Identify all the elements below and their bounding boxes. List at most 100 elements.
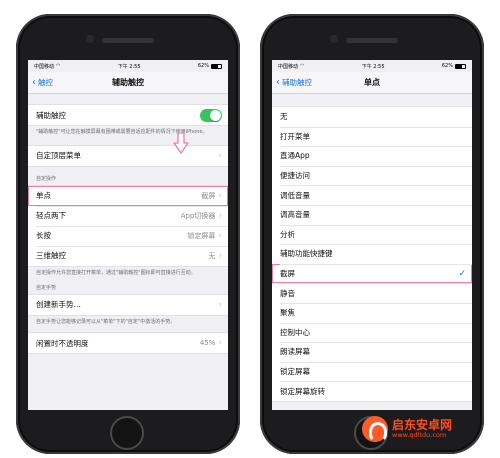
chevron-left-icon: ‹	[276, 76, 280, 88]
option-row[interactable]: 静音	[272, 283, 472, 303]
assistive-touch-label: 辅助触控	[36, 110, 66, 120]
option-row[interactable]: 打开菜单	[272, 126, 472, 147]
create-gesture-row[interactable]: 创建新手势… ›	[28, 295, 228, 315]
option-row[interactable]: 聚焦	[272, 302, 472, 323]
assistive-touch-row: 辅助触控	[28, 105, 228, 125]
idle-opacity-value: 45%	[199, 339, 216, 348]
assistive-touch-toggle[interactable]	[200, 108, 222, 122]
back-button[interactable]: ‹ 触控	[32, 77, 53, 88]
single-tap-screen: 中国移动 ◠ 下午 2:55 62% ‹ 辅助触控 单点 无打开菜单直通App 便捷访…	[272, 60, 472, 410]
chevron-right-icon: ›	[218, 150, 222, 161]
action-value: App切换器	[180, 211, 216, 220]
checkmark-icon: ✓	[458, 268, 466, 279]
custom-actions-header: 自定操作	[36, 175, 57, 182]
nav-bar: ‹ 触控 辅助触控	[28, 72, 228, 94]
action-row-3d-touch[interactable]: 三维触控 无 ›	[28, 245, 228, 266]
action-value: 无	[208, 251, 216, 260]
chevron-right-icon: ›	[218, 210, 222, 221]
action-value: 锁定屏幕	[187, 231, 216, 240]
option-label: 打开菜单	[280, 131, 310, 141]
front-camera	[330, 35, 338, 43]
carrier-label: 中国移动	[278, 63, 299, 70]
option-label: 锁定屏幕旋转	[280, 386, 325, 396]
option-label: 无	[280, 112, 288, 122]
wifi-icon: ◠	[300, 63, 305, 69]
option-label: 直通App	[280, 151, 310, 161]
arrow-down-icon	[173, 132, 189, 154]
chevron-right-icon: ›	[218, 230, 222, 241]
option-row[interactable]: 调低音量	[272, 185, 472, 205]
custom-actions-group: 单点 截屏 › 轻点两下 App切换器 › 长按 锁定屏幕 › 三维触控 无 ›	[28, 184, 228, 267]
option-label: 截屏	[280, 269, 295, 279]
option-row[interactable]: 直通App	[272, 146, 472, 166]
action-row-double-tap[interactable]: 轻点两下 App切换器 ›	[28, 205, 228, 226]
back-label: 辅助触控	[282, 78, 312, 87]
option-label: 辅助功能快捷键	[280, 249, 333, 259]
back-button[interactable]: ‹ 辅助触控	[276, 77, 312, 88]
earpiece-speaker	[102, 38, 154, 43]
option-row[interactable]: 朗读屏幕	[272, 342, 472, 362]
front-camera	[86, 35, 94, 43]
custom-top-menu-row[interactable]: 自定顶层菜单 ›	[28, 146, 228, 166]
status-time: 下午 2:55	[361, 63, 385, 70]
option-label: 锁定屏幕	[280, 367, 310, 377]
option-row[interactable]: 便捷访问	[272, 165, 472, 186]
custom-gestures-note: 自定手势让您能够记录可以从"菜单"下的"自定"中激活的手势。	[36, 318, 176, 325]
chevron-left-icon: ‹	[32, 76, 36, 88]
custom-gestures-header: 自定手势	[36, 284, 57, 291]
battery-percent: 62%	[441, 63, 453, 69]
chevron-right-icon: ›	[218, 299, 222, 310]
status-time: 下午 2:55	[117, 63, 141, 70]
chevron-right-icon: ›	[218, 250, 222, 261]
option-label: 调低音量	[280, 190, 310, 200]
action-row-single-tap[interactable]: 单点 截屏 ›	[28, 185, 228, 206]
idle-opacity-row[interactable]: 闲置时不透明度 45% ›	[28, 333, 228, 353]
custom-actions-note: 自定操作允许您直接打开菜单，通过"辅助触控"图标即可直接进行互动。	[36, 269, 196, 276]
action-label: 轻点两下	[36, 211, 66, 221]
option-row[interactable]: 无	[272, 107, 472, 127]
status-bar: 中国移动 ◠ 下午 2:55 62%	[28, 60, 228, 72]
action-label: 单点	[36, 191, 51, 201]
option-label: 朗读屏幕	[280, 347, 310, 357]
nav-bar: ‹ 辅助触控 单点	[272, 72, 472, 94]
option-label: 分析	[280, 229, 295, 239]
toggle-knob	[210, 109, 221, 121]
option-row[interactable]: 截屏 ✓	[272, 263, 472, 284]
option-row[interactable]: 锁定屏幕旋转	[272, 381, 472, 401]
assistive-touch-group: 辅助触控	[28, 104, 228, 126]
option-label: 调高音量	[280, 210, 310, 220]
page-title: 辅助触控	[112, 78, 144, 87]
create-gesture-label: 创建新手势…	[36, 300, 81, 309]
action-row-long-press[interactable]: 长按 锁定屏幕 ›	[28, 225, 228, 246]
battery-icon	[455, 63, 466, 69]
carrier-label: 中国移动	[34, 63, 55, 70]
option-row[interactable]: 调高音量	[272, 204, 472, 225]
watermark-logo	[362, 416, 388, 442]
home-button[interactable]	[110, 416, 144, 450]
idle-opacity-label: 闲置时不透明度	[36, 338, 89, 348]
idle-opacity-group: 闲置时不透明度 45% ›	[28, 332, 228, 355]
option-row[interactable]: 锁定屏幕	[272, 361, 472, 382]
option-label: 便捷访问	[280, 171, 310, 181]
assistive-touch-note: "辅助触控"可让您在触摸屏幕有困难或需要自适应配件的情况下使用iPhone。	[36, 129, 208, 135]
option-label: 控制中心	[280, 327, 310, 337]
single-tap-options: 无打开菜单直通App 便捷访问调低音量调高音量分析辅助功能快捷键 截屏 ✓ 静音聚焦控制…	[272, 106, 472, 402]
custom-gestures-group: 创建新手势… ›	[28, 293, 228, 316]
earpiece-speaker	[346, 38, 398, 43]
option-label: 静音	[280, 288, 295, 298]
action-label: 长按	[36, 231, 51, 241]
status-bar: 中国移动 ◠ 下午 2:55 62%	[272, 60, 472, 72]
option-row[interactable]: 辅助功能快捷键	[272, 244, 472, 264]
battery-percent: 62%	[197, 63, 209, 69]
wifi-icon: ◠	[56, 63, 61, 69]
chevron-right-icon: ›	[218, 190, 222, 201]
chevron-right-icon: ›	[218, 338, 222, 349]
custom-top-menu-label: 自定顶层菜单	[36, 151, 81, 161]
option-row[interactable]: 分析	[272, 224, 472, 245]
option-row[interactable]: 控制中心	[272, 322, 472, 343]
back-label: 触控	[38, 78, 53, 87]
option-label: 聚焦	[280, 308, 295, 318]
assistive-touch-screen: 中国移动 ◠ 下午 2:55 62% ‹ 触控 辅助触控 辅助触控 "辅助触控"可让…	[28, 60, 228, 410]
watermark: 启东安卓网 www.qdltdu.com	[362, 416, 452, 442]
battery-icon	[211, 63, 222, 69]
